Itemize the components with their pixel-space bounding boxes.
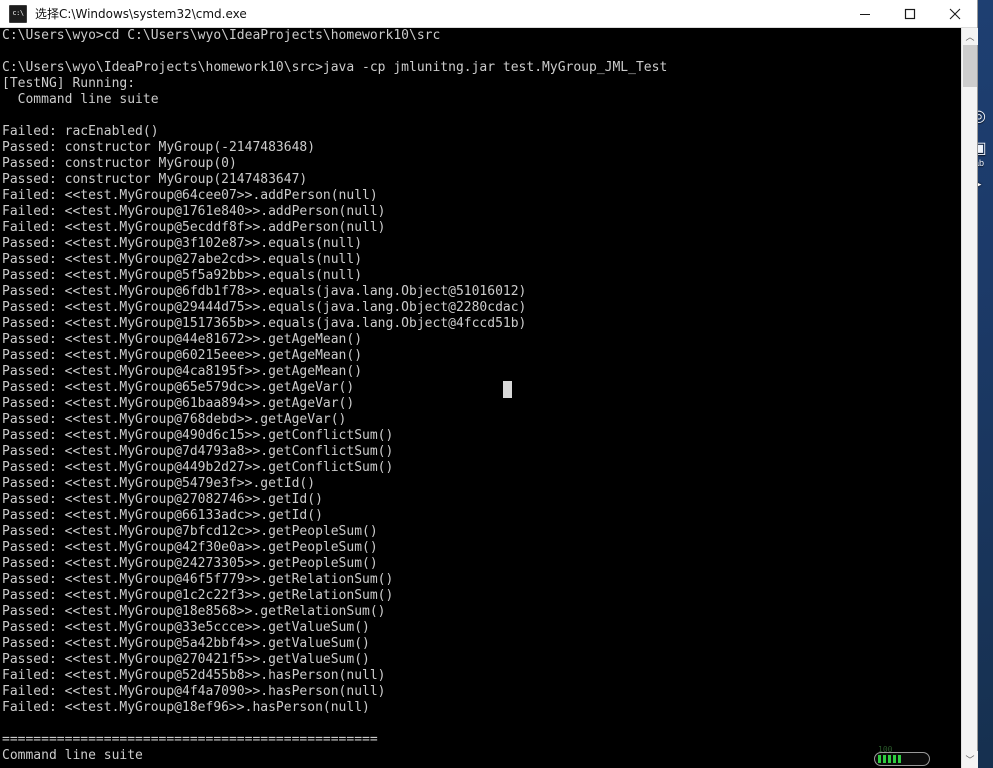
battery-cell	[888, 755, 891, 763]
battery-cell	[898, 755, 901, 763]
cmd-icon: c:\	[9, 4, 27, 23]
window-controls	[842, 0, 977, 28]
battery-cells	[878, 755, 929, 763]
minimize-button[interactable]	[842, 0, 887, 28]
window-titlebar[interactable]: c:\ 选择C:\Windows\system32\cmd.exe	[0, 0, 977, 28]
vertical-scrollbar[interactable]: ︿ ﹀	[961, 28, 978, 768]
window-title: 选择C:\Windows\system32\cmd.exe	[35, 7, 247, 21]
maximize-button[interactable]	[887, 0, 932, 28]
battery-cell	[893, 755, 896, 763]
battery-cell	[883, 755, 886, 763]
battery-cell	[878, 755, 881, 763]
scroll-up-arrow-icon[interactable]: ︿	[962, 28, 978, 45]
command-prompt-window: c:\ 选择C:\Windows\system32\cmd.exe C:\Use…	[0, 0, 978, 768]
scroll-down-arrow-icon[interactable]: ﹀	[962, 751, 978, 768]
scrollbar-thumb[interactable]	[963, 45, 977, 87]
close-button[interactable]	[932, 0, 977, 28]
console-output-area[interactable]: C:\Users\wyo>cd C:\Users\wyo\IdeaProject…	[0, 28, 962, 768]
battery-icon[interactable]	[874, 752, 930, 766]
console-text: C:\Users\wyo>cd C:\Users\wyo\IdeaProject…	[2, 28, 668, 763]
text-cursor	[503, 381, 512, 398]
